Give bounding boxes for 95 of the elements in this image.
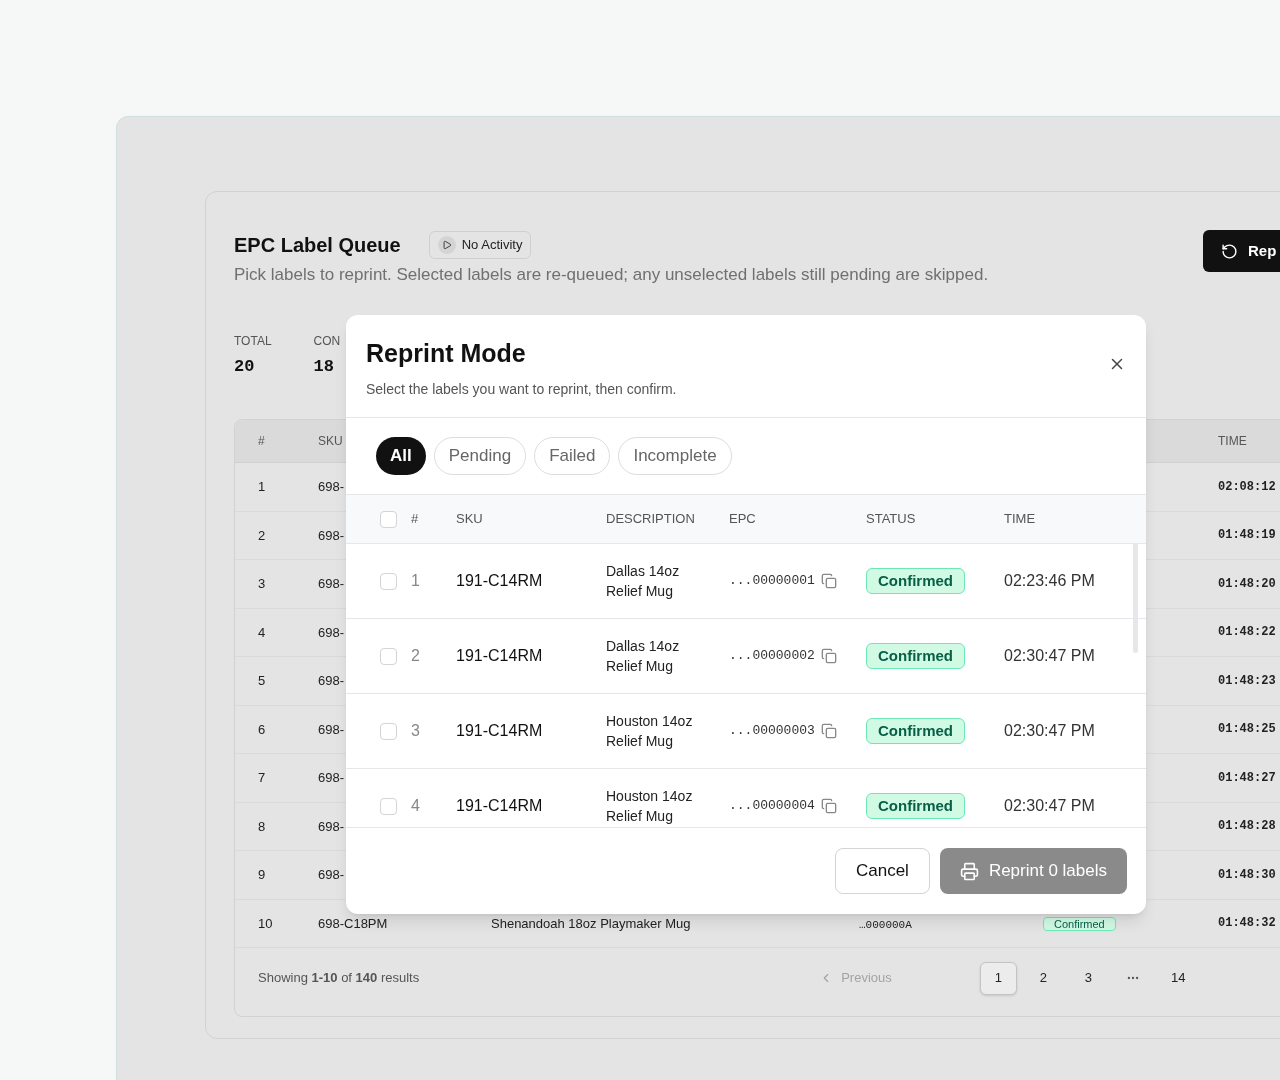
table-cell-text: 5 [258,672,266,690]
page-subtitle: Pick labels to reprint. Selected labels are re-queued; any unselected labels still pending are skipped. [234,264,990,286]
table-cell-text: 01:48:23 [1218,672,1277,690]
column-header: # [411,510,420,529]
page-title: EPC Label Queue [234,233,401,258]
copy-icon[interactable] [820,648,837,664]
column-header: # [258,433,266,450]
table-cell-text: ...00000004 [729,797,815,816]
table-cell-text: 698- [318,478,345,496]
table-cell-text: Houston 14oz Relief Mug [606,712,694,751]
table-cell-text: 698- [318,623,345,642]
column-header: TIME [1218,433,1248,450]
table-cell-text: 698- [318,526,345,545]
table-cell-text: 4 [411,796,421,816]
table-cell-text: 01:48:25 [1218,721,1277,739]
column-header: TIME [1004,510,1037,529]
status-badge: Confirmed [866,567,965,595]
status-badge: Confirmed [1043,916,1116,931]
table-cell-text: 191-C14RM [456,721,544,741]
stat-value: 18 [313,355,335,378]
table-cell-text: 3 [411,721,421,741]
page-button[interactable]: 14 [1159,961,1197,995]
table-cell-text: 191-C14RM [456,646,544,666]
printer-icon [959,861,979,881]
status-badge: Confirmed [866,717,965,745]
checkbox[interactable] [380,510,397,528]
table-cell-text: 4 [258,623,266,642]
dialog-subtitle: Select the labels you want to reprint, then confirm. [366,379,678,399]
table-cell-text: 698- [318,769,345,787]
table-cell-text: 6 [258,720,266,739]
stat-label: TOTAL [234,332,272,350]
table-cell: …000000A [859,918,912,931]
table-cell-text: 2 [411,646,421,666]
table-cell-text: 698- [318,720,345,739]
column-header: SKU [456,510,484,529]
table-cell-text: 1 [411,571,421,591]
copy-icon[interactable] [820,723,837,739]
table-cell-text: Houston 14oz Relief Mug [606,787,694,826]
page-button[interactable]: 2 [1024,961,1062,995]
copy-icon[interactable] [820,798,837,814]
reprint-button[interactable]: Rep [1203,230,1280,272]
checkbox[interactable] [380,572,397,590]
table-cell-text: 7 [258,769,266,787]
table-cell-text: ...00000001 [729,572,815,591]
table-cell-text: 191-C14RM [456,796,544,816]
table-cell-text: 02:23:46 PM [1004,571,1096,591]
table-cell-text: 698- [318,866,345,884]
table-cell-text: 02:30:47 PM [1004,796,1096,816]
table-cell-text: Dallas 14oz Relief Mug [606,562,681,601]
activity-badge: No Activity [428,231,532,259]
checkbox[interactable] [380,647,397,665]
table-cell-text: 8 [258,817,266,836]
checkbox[interactable] [380,797,397,815]
checkbox[interactable] [380,722,397,740]
table-cell-text: 698-C18PM [318,914,388,933]
table-cell-text: 01:48:30 [1218,866,1277,884]
table-cell-text: 698- [318,672,345,690]
table-cell-text: ...00000002 [729,647,815,666]
column-header: STATUS [866,510,917,529]
column-header: DESCRIPTION [606,510,696,529]
table-cell-text: 9 [258,866,266,884]
filter-chip[interactable]: All [376,437,426,475]
table-cell-text: Dallas 14oz Relief Mug [606,637,681,676]
refresh-icon [1221,242,1238,260]
table-cell: Shenandoah 18oz Playmaker Mug [491,915,691,931]
column-header: SKU [318,433,344,450]
table-cell-text: 01:48:27 [1218,769,1277,787]
page-button[interactable]: 3 [1069,961,1107,995]
table-cell-text: 698- [318,575,345,593]
table-cell-text: 01:48:22 [1218,624,1277,642]
table-cell-text: 02:30:47 PM [1004,721,1096,741]
status-badge: Confirmed [866,792,965,820]
dialog-title: Reprint Mode [366,338,526,369]
table-cell-text: 01:48:28 [1218,818,1277,836]
play-icon [437,236,456,254]
table-cell-text: 3 [258,575,266,593]
status-badge: Confirmed [866,642,965,670]
table-cell-text: 02:08:12 [1218,478,1277,496]
table-cell-text: 01:48:32 [1218,915,1277,933]
table-cell-text: 10 [258,914,273,933]
stat-label: CON [313,332,341,350]
table-cell-text: 2 [258,526,266,545]
table-cell-text: ...00000003 [729,722,815,741]
results-summary: Showing 1-10 of 140 results [258,969,420,988]
table-cell-text: 1 [258,478,266,496]
stat-value: 20 [234,355,256,378]
table-cell-text: 01:48:19 [1218,527,1277,545]
table-cell-text: 02:30:47 PM [1004,646,1096,666]
table-cell-text: 01:48:20 [1218,575,1277,593]
column-header: EPC [729,510,757,529]
copy-icon[interactable] [820,573,837,589]
table-cell-text: 698- [318,817,345,836]
page-button[interactable]: 1 [979,961,1017,995]
table-cell-text: 191-C14RM [456,571,544,591]
cancel-button[interactable]: Cancel [834,848,930,894]
